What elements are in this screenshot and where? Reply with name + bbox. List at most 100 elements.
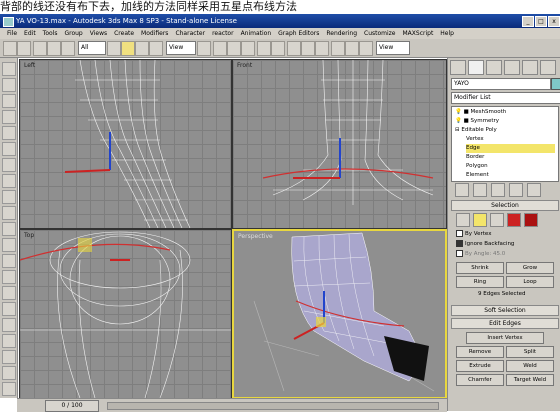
- percent-snap-icon[interactable]: [241, 41, 255, 56]
- pin-stack-icon[interactable]: [455, 183, 469, 197]
- by-vertex-checkbox[interactable]: By Vertex: [456, 230, 491, 237]
- tool-icon[interactable]: [2, 334, 16, 348]
- schematic-view-icon[interactable]: [315, 41, 329, 56]
- border-mode-icon[interactable]: [490, 213, 504, 227]
- bind-space-warp-icon[interactable]: [61, 41, 75, 56]
- utilities-tab-icon[interactable]: [540, 60, 556, 75]
- motion-tab-icon[interactable]: [504, 60, 520, 75]
- tool-icon[interactable]: [2, 366, 16, 380]
- chamfer-button[interactable]: Chamfer: [456, 374, 504, 386]
- pivot-icon[interactable]: [197, 41, 211, 56]
- unlink-icon[interactable]: [47, 41, 61, 56]
- tool-icon[interactable]: [2, 126, 16, 140]
- time-track[interactable]: [107, 402, 439, 410]
- tool-icon[interactable]: [2, 206, 16, 220]
- ring-button[interactable]: Ring: [456, 276, 504, 288]
- layer-manager-icon[interactable]: [287, 41, 301, 56]
- grow-button[interactable]: Grow: [506, 262, 554, 274]
- reference-coord-select[interactable]: View: [166, 41, 196, 55]
- render-type-select[interactable]: View: [376, 41, 410, 55]
- select-and-scale-icon[interactable]: [149, 41, 163, 56]
- tool-icon[interactable]: [2, 174, 16, 188]
- tool-icon[interactable]: [2, 94, 16, 108]
- configure-sets-icon[interactable]: [527, 183, 541, 197]
- tool-icon[interactable]: [2, 142, 16, 156]
- insert-vertex-button[interactable]: Insert Vertex: [466, 332, 544, 344]
- tool-icon[interactable]: [2, 270, 16, 284]
- selection-rollout-header[interactable]: Selection: [451, 200, 559, 211]
- stack-item[interactable]: Element: [466, 171, 555, 180]
- close-button[interactable]: x: [548, 16, 560, 27]
- minimize-button[interactable]: _: [522, 16, 534, 27]
- hierarchy-tab-icon[interactable]: [486, 60, 502, 75]
- stack-item[interactable]: ⊟ Editable Poly: [455, 126, 555, 135]
- snap-toggle-icon[interactable]: [213, 41, 227, 56]
- shrink-button[interactable]: Shrink: [456, 262, 504, 274]
- object-name-field[interactable]: YAYO: [451, 78, 551, 90]
- selection-filter-select[interactable]: All: [78, 41, 106, 55]
- element-mode-icon[interactable]: [524, 213, 538, 227]
- menu-item[interactable]: reactor: [212, 28, 234, 39]
- stack-item[interactable]: Border: [466, 153, 555, 162]
- viewport-top[interactable]: Top: [19, 229, 232, 399]
- menu-item[interactable]: Create: [114, 28, 134, 39]
- tool-icon[interactable]: [2, 62, 16, 76]
- tool-icon[interactable]: [2, 190, 16, 204]
- quick-render-icon[interactable]: [359, 41, 373, 56]
- mirror-icon[interactable]: [257, 41, 271, 56]
- vertex-mode-icon[interactable]: [456, 213, 470, 227]
- tool-icon[interactable]: [2, 382, 16, 396]
- menu-item[interactable]: File: [7, 28, 17, 39]
- tool-icon[interactable]: [2, 302, 16, 316]
- select-and-move-icon[interactable]: [121, 41, 135, 56]
- link-icon[interactable]: [33, 41, 47, 56]
- redo-icon[interactable]: [17, 41, 31, 56]
- angle-snap-icon[interactable]: [227, 41, 241, 56]
- tool-icon[interactable]: [2, 110, 16, 124]
- menu-item[interactable]: Group: [64, 28, 82, 39]
- menu-item[interactable]: Customize: [364, 28, 396, 39]
- select-object-icon[interactable]: [107, 41, 121, 56]
- modify-tab-icon[interactable]: [468, 60, 484, 75]
- undo-icon[interactable]: [3, 41, 17, 56]
- remove-modifier-icon[interactable]: [509, 183, 523, 197]
- edge-mode-icon[interactable]: [473, 213, 487, 227]
- remove-button[interactable]: Remove: [456, 346, 504, 358]
- split-button[interactable]: Split: [506, 346, 554, 358]
- stack-item[interactable]: 💡 ■ Symmetry: [455, 117, 555, 126]
- viewport-front[interactable]: Front: [232, 59, 447, 229]
- material-editor-icon[interactable]: [331, 41, 345, 56]
- maximize-button[interactable]: □: [535, 16, 547, 27]
- align-icon[interactable]: [271, 41, 285, 56]
- soft-selection-rollout-header[interactable]: Soft Selection: [451, 305, 559, 316]
- extrude-button[interactable]: Extrude: [456, 360, 504, 372]
- render-scene-icon[interactable]: [345, 41, 359, 56]
- menu-item[interactable]: Animation: [241, 28, 272, 39]
- tool-icon[interactable]: [2, 254, 16, 268]
- polygon-mode-icon[interactable]: [507, 213, 521, 227]
- viewport-left[interactable]: Left: [19, 59, 232, 229]
- create-tab-icon[interactable]: [450, 60, 466, 75]
- stack-item[interactable]: 💡 ■ MeshSmooth: [455, 108, 555, 117]
- menu-item[interactable]: Help: [440, 28, 454, 39]
- tool-icon[interactable]: [2, 318, 16, 332]
- ignore-backfacing-checkbox[interactable]: Ignore Backfacing: [456, 240, 514, 247]
- menu-item[interactable]: Views: [90, 28, 107, 39]
- show-end-result-icon[interactable]: [473, 183, 487, 197]
- tool-icon[interactable]: [2, 350, 16, 364]
- object-color-swatch[interactable]: [551, 78, 560, 90]
- weld-button[interactable]: Weld: [506, 360, 554, 372]
- tool-icon[interactable]: [2, 78, 16, 92]
- stack-item-selected[interactable]: Edge: [466, 144, 555, 153]
- select-and-rotate-icon[interactable]: [135, 41, 149, 56]
- tool-icon[interactable]: [2, 238, 16, 252]
- by-angle-checkbox[interactable]: By Angle: 45.0: [456, 250, 505, 257]
- tool-icon[interactable]: [2, 158, 16, 172]
- loop-button[interactable]: Loop: [506, 276, 554, 288]
- menu-item[interactable]: Edit: [24, 28, 36, 39]
- menu-item[interactable]: Modifiers: [141, 28, 168, 39]
- menu-item[interactable]: Character: [175, 28, 205, 39]
- time-slider[interactable]: 0 / 100: [45, 400, 99, 412]
- menu-item[interactable]: Graph Editors: [278, 28, 319, 39]
- edit-edges-rollout-header[interactable]: Edit Edges: [451, 318, 559, 329]
